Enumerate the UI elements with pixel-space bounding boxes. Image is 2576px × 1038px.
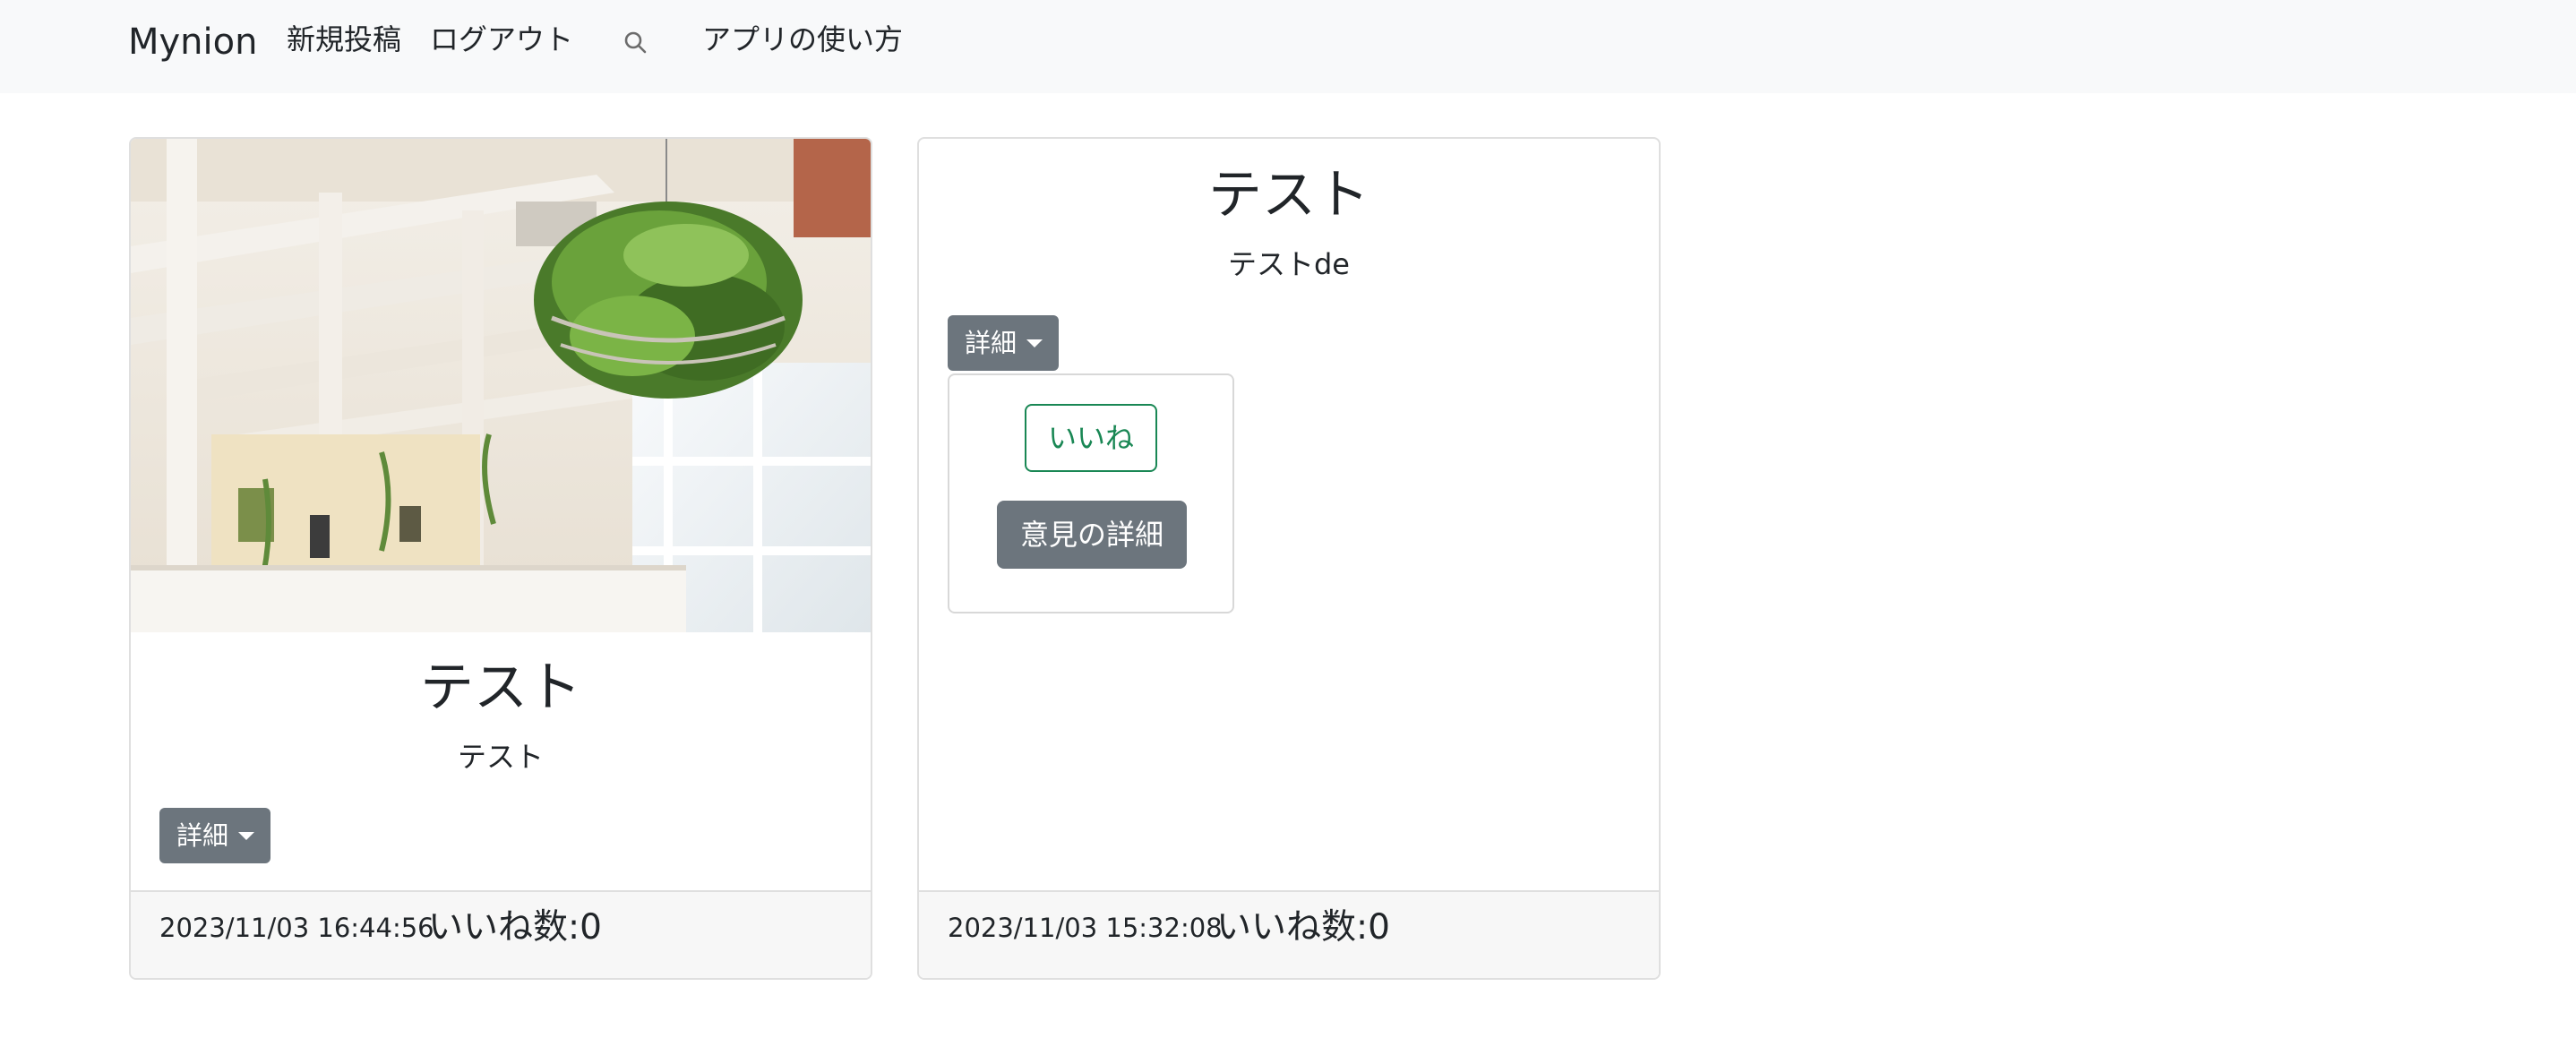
detail-dropdown-button[interactable]: 詳細 <box>159 808 270 863</box>
navbar: Mynion 新規投稿 ログアウト アプリの使い方 <box>0 0 2576 93</box>
caret-down-icon <box>1026 339 1043 347</box>
detail-button-label: 詳細 <box>965 328 1018 358</box>
detail-button-label: 詳細 <box>176 820 229 851</box>
post-card: テスト テストde 詳細 いいね 意見の詳細 2023/11/03 15:32:… <box>917 137 1661 980</box>
post-timestamp: 2023/11/03 16:44:56 <box>159 913 434 943</box>
like-count: いいね数:0 <box>428 907 602 948</box>
like-button[interactable]: いいね <box>1025 404 1157 472</box>
detail-dropdown-button[interactable]: 詳細 <box>948 315 1059 371</box>
caret-down-icon <box>238 832 254 840</box>
post-text: テスト <box>457 740 544 774</box>
post-footer: 2023/11/03 15:32:08 いいね数:0 <box>919 890 1659 978</box>
navbar-brand[interactable]: Mynion <box>128 20 257 64</box>
detail-dropdown-menu: いいね 意見の詳細 <box>948 373 1234 613</box>
nav-link-how-to-use[interactable]: アプリの使い方 <box>702 18 903 61</box>
opinion-detail-button[interactable]: 意見の詳細 <box>997 501 1187 569</box>
post-timestamp: 2023/11/03 15:32:08 <box>948 913 1223 943</box>
search-icon[interactable] <box>618 25 654 61</box>
post-title: テスト <box>1208 164 1370 227</box>
nav-link-new-post[interactable]: 新規投稿 <box>287 18 401 61</box>
post-text: テストde <box>1227 247 1350 281</box>
nav-link-logout[interactable]: ログアウト <box>430 18 573 61</box>
post-card: テスト テスト 詳細 2023/11/03 16:44:56 いいね数:0 <box>129 137 872 980</box>
post-image <box>131 139 871 632</box>
like-count: いいね数:0 <box>1216 907 1390 948</box>
post-title: テスト <box>420 656 581 719</box>
post-footer: 2023/11/03 16:44:56 いいね数:0 <box>131 890 871 978</box>
